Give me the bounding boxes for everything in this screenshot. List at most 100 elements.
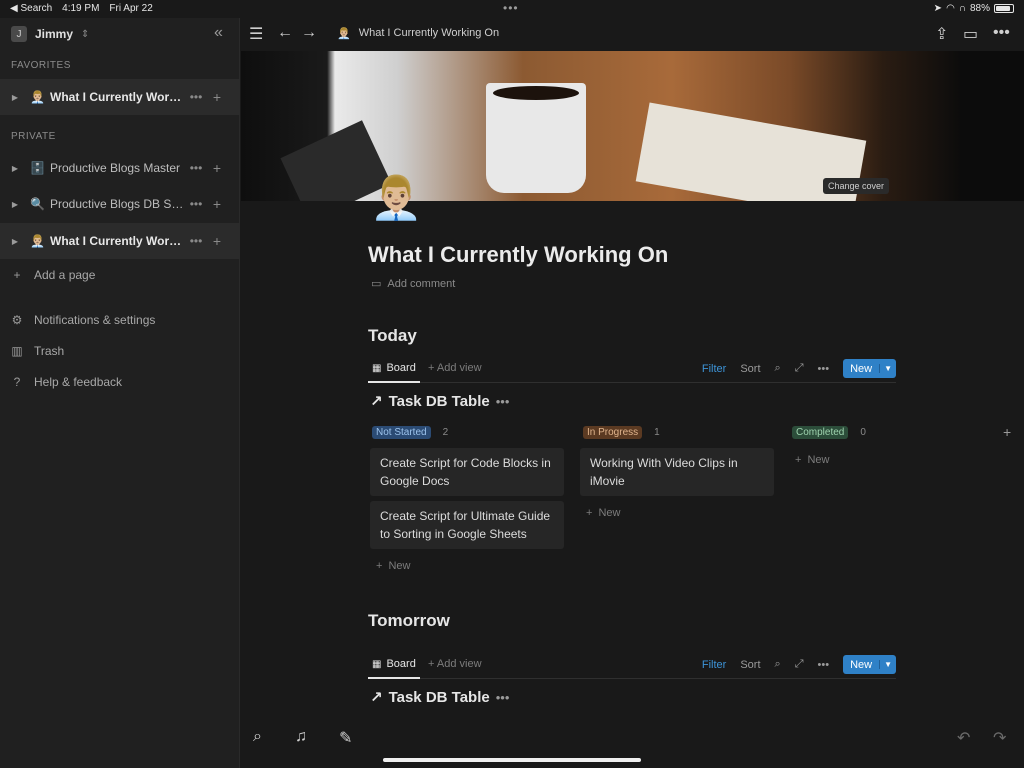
- location-icon: ➤: [933, 3, 943, 14]
- database-title[interactable]: ↗ Task DB Table •••: [370, 392, 510, 411]
- bell-icon[interactable]: ♫: [295, 728, 307, 746]
- add-subpage-icon[interactable]: +: [207, 160, 227, 176]
- new-card-button[interactable]: + New: [586, 507, 620, 519]
- add-page-label: Add a page: [34, 268, 96, 282]
- group-count: 1: [654, 427, 660, 438]
- section-heading-tomorrow[interactable]: Tomorrow: [368, 611, 450, 631]
- new-label: New: [850, 658, 873, 671]
- expand-triangle-icon[interactable]: ▶: [0, 93, 30, 102]
- new-card-button[interactable]: + New: [795, 454, 829, 466]
- new-button[interactable]: New ▼: [843, 655, 896, 674]
- page-icon[interactable]: 👨🏼‍💼: [370, 174, 422, 223]
- more-icon[interactable]: •••: [496, 690, 510, 705]
- link-label: Trash: [34, 344, 65, 358]
- sort-button[interactable]: Sort: [740, 363, 760, 375]
- plus-icon: +: [13, 268, 21, 282]
- database-title-label: Task DB Table: [388, 688, 490, 706]
- group-completed[interactable]: Completed 0: [792, 426, 866, 439]
- status-time: 4:19 PM: [62, 3, 100, 14]
- more-icon[interactable]: •••: [185, 197, 207, 211]
- tab-label: Board: [386, 362, 416, 374]
- database-title[interactable]: ↗ Task DB Table •••: [370, 688, 510, 707]
- filter-button[interactable]: Filter: [702, 659, 726, 671]
- back-to-search[interactable]: ◀ Search: [10, 3, 52, 14]
- expand-icon[interactable]: ⤢: [795, 658, 804, 671]
- notifications-settings-link[interactable]: ⚙ Notifications & settings: [10, 313, 156, 327]
- status-badge: Completed: [792, 426, 849, 439]
- page-emoji-icon: 👨🏼‍💼: [30, 90, 45, 104]
- add-subpage-icon[interactable]: +: [207, 196, 227, 212]
- tab-label: Board: [386, 658, 416, 670]
- more-options-icon[interactable]: •••: [993, 24, 1010, 42]
- trash-link[interactable]: ▥ Trash: [10, 344, 64, 358]
- chevron-down-icon[interactable]: ▼: [879, 364, 896, 373]
- home-indicator[interactable]: [383, 758, 641, 762]
- add-view-button[interactable]: + Add view: [428, 362, 482, 374]
- cover-coffee: [493, 86, 579, 100]
- redo-icon[interactable]: ↷: [993, 728, 1006, 748]
- status-bar: ◀ Search 4:19 PM Fri Apr 22 ••• ➤ ◠ ∩ 88…: [0, 0, 1024, 18]
- group-count: 2: [442, 427, 449, 438]
- group-not-started[interactable]: Not Started 2: [372, 426, 448, 439]
- add-group-icon[interactable]: +: [1003, 424, 1011, 440]
- search-icon[interactable]: ⌕: [253, 728, 262, 746]
- breadcrumb[interactable]: 👨🏼‍💼 What I Currently Working On: [337, 27, 499, 40]
- add-page-button[interactable]: + Add a page: [10, 268, 95, 282]
- share-icon[interactable]: ⇪: [935, 24, 948, 44]
- add-subpage-icon[interactable]: +: [207, 233, 227, 249]
- board-card[interactable]: Create Script for Ultimate Guide to Sort…: [370, 501, 564, 549]
- compose-icon[interactable]: ✎: [339, 728, 352, 748]
- more-icon[interactable]: •••: [818, 363, 830, 375]
- sidebar-item-productive-blogs-db[interactable]: ▶ 🔍 Productive Blogs DB Search ••• +: [0, 186, 240, 222]
- sidebar-item-favorite-current[interactable]: ▶ 👨🏼‍💼 What I Currently Working On ••• +: [0, 79, 240, 115]
- more-icon[interactable]: •••: [185, 161, 207, 175]
- sidebar-item-label: Productive Blogs DB Search: [50, 197, 185, 211]
- board-card[interactable]: Create Script for Code Blocks in Google …: [370, 448, 564, 496]
- breadcrumb-label: What I Currently Working On: [358, 27, 500, 39]
- more-icon[interactable]: •••: [496, 394, 510, 409]
- search-icon[interactable]: ⌕: [775, 658, 781, 671]
- wifi-icon: ◠: [946, 3, 955, 14]
- forward-arrow-icon[interactable]: →: [301, 24, 317, 42]
- expand-triangle-icon[interactable]: ▶: [0, 164, 30, 173]
- back-arrow-icon[interactable]: ←: [277, 24, 293, 42]
- new-card-button[interactable]: + New: [376, 560, 410, 572]
- chevron-down-icon[interactable]: ▼: [879, 660, 896, 669]
- sidebar-item-productive-blogs-master[interactable]: ▶ 🗄️ Productive Blogs Master ••• +: [0, 150, 240, 186]
- new-label: New: [850, 362, 873, 375]
- more-icon[interactable]: •••: [818, 659, 830, 671]
- add-comment-button[interactable]: ▭ Add comment: [371, 277, 455, 291]
- filter-button[interactable]: Filter: [702, 363, 726, 375]
- change-cover-button[interactable]: Change cover: [823, 178, 890, 194]
- add-subpage-icon[interactable]: +: [207, 89, 227, 105]
- cover-image[interactable]: [241, 51, 1024, 201]
- add-view-button[interactable]: + Add view: [428, 658, 482, 670]
- expand-icon[interactable]: ⤢: [795, 362, 804, 375]
- group-in-progress[interactable]: In Progress 1: [583, 426, 660, 439]
- undo-icon[interactable]: ↶: [957, 728, 970, 748]
- magnifier-icon: 🔍: [30, 197, 45, 211]
- board-card[interactable]: Working With Video Clips in iMovie: [580, 448, 774, 496]
- new-button[interactable]: New ▼: [843, 359, 896, 378]
- sidebar-item-current-page[interactable]: ▶ 👨🏼‍💼 What I Currently Working On ••• +: [0, 223, 240, 259]
- expand-triangle-icon[interactable]: ▶: [0, 200, 30, 209]
- expand-triangle-icon[interactable]: ▶: [0, 237, 30, 246]
- sidebar-item-label: Productive Blogs Master: [50, 161, 181, 175]
- page-title[interactable]: What I Currently Working On: [368, 242, 668, 268]
- tab-board[interactable]: ▦ Board: [368, 651, 420, 679]
- battery-fill: [996, 6, 1011, 11]
- help-feedback-link[interactable]: ? Help & feedback: [10, 375, 122, 389]
- section-heading-today[interactable]: Today: [368, 326, 417, 346]
- search-icon[interactable]: ⌕: [775, 362, 781, 375]
- gear-icon: ⚙: [11, 313, 23, 327]
- collapse-sidebar-icon[interactable]: «: [214, 24, 223, 42]
- workspace-switcher[interactable]: J Jimmy ⇕: [11, 26, 89, 42]
- multitask-dots[interactable]: •••: [503, 1, 519, 15]
- sort-button[interactable]: Sort: [740, 659, 760, 671]
- tab-board[interactable]: ▦ Board: [368, 355, 420, 383]
- more-icon[interactable]: •••: [185, 90, 207, 104]
- menu-icon[interactable]: ☰: [249, 24, 263, 44]
- link-label: Help & feedback: [34, 375, 123, 389]
- comments-icon[interactable]: ▭: [963, 24, 978, 44]
- more-icon[interactable]: •••: [185, 234, 207, 248]
